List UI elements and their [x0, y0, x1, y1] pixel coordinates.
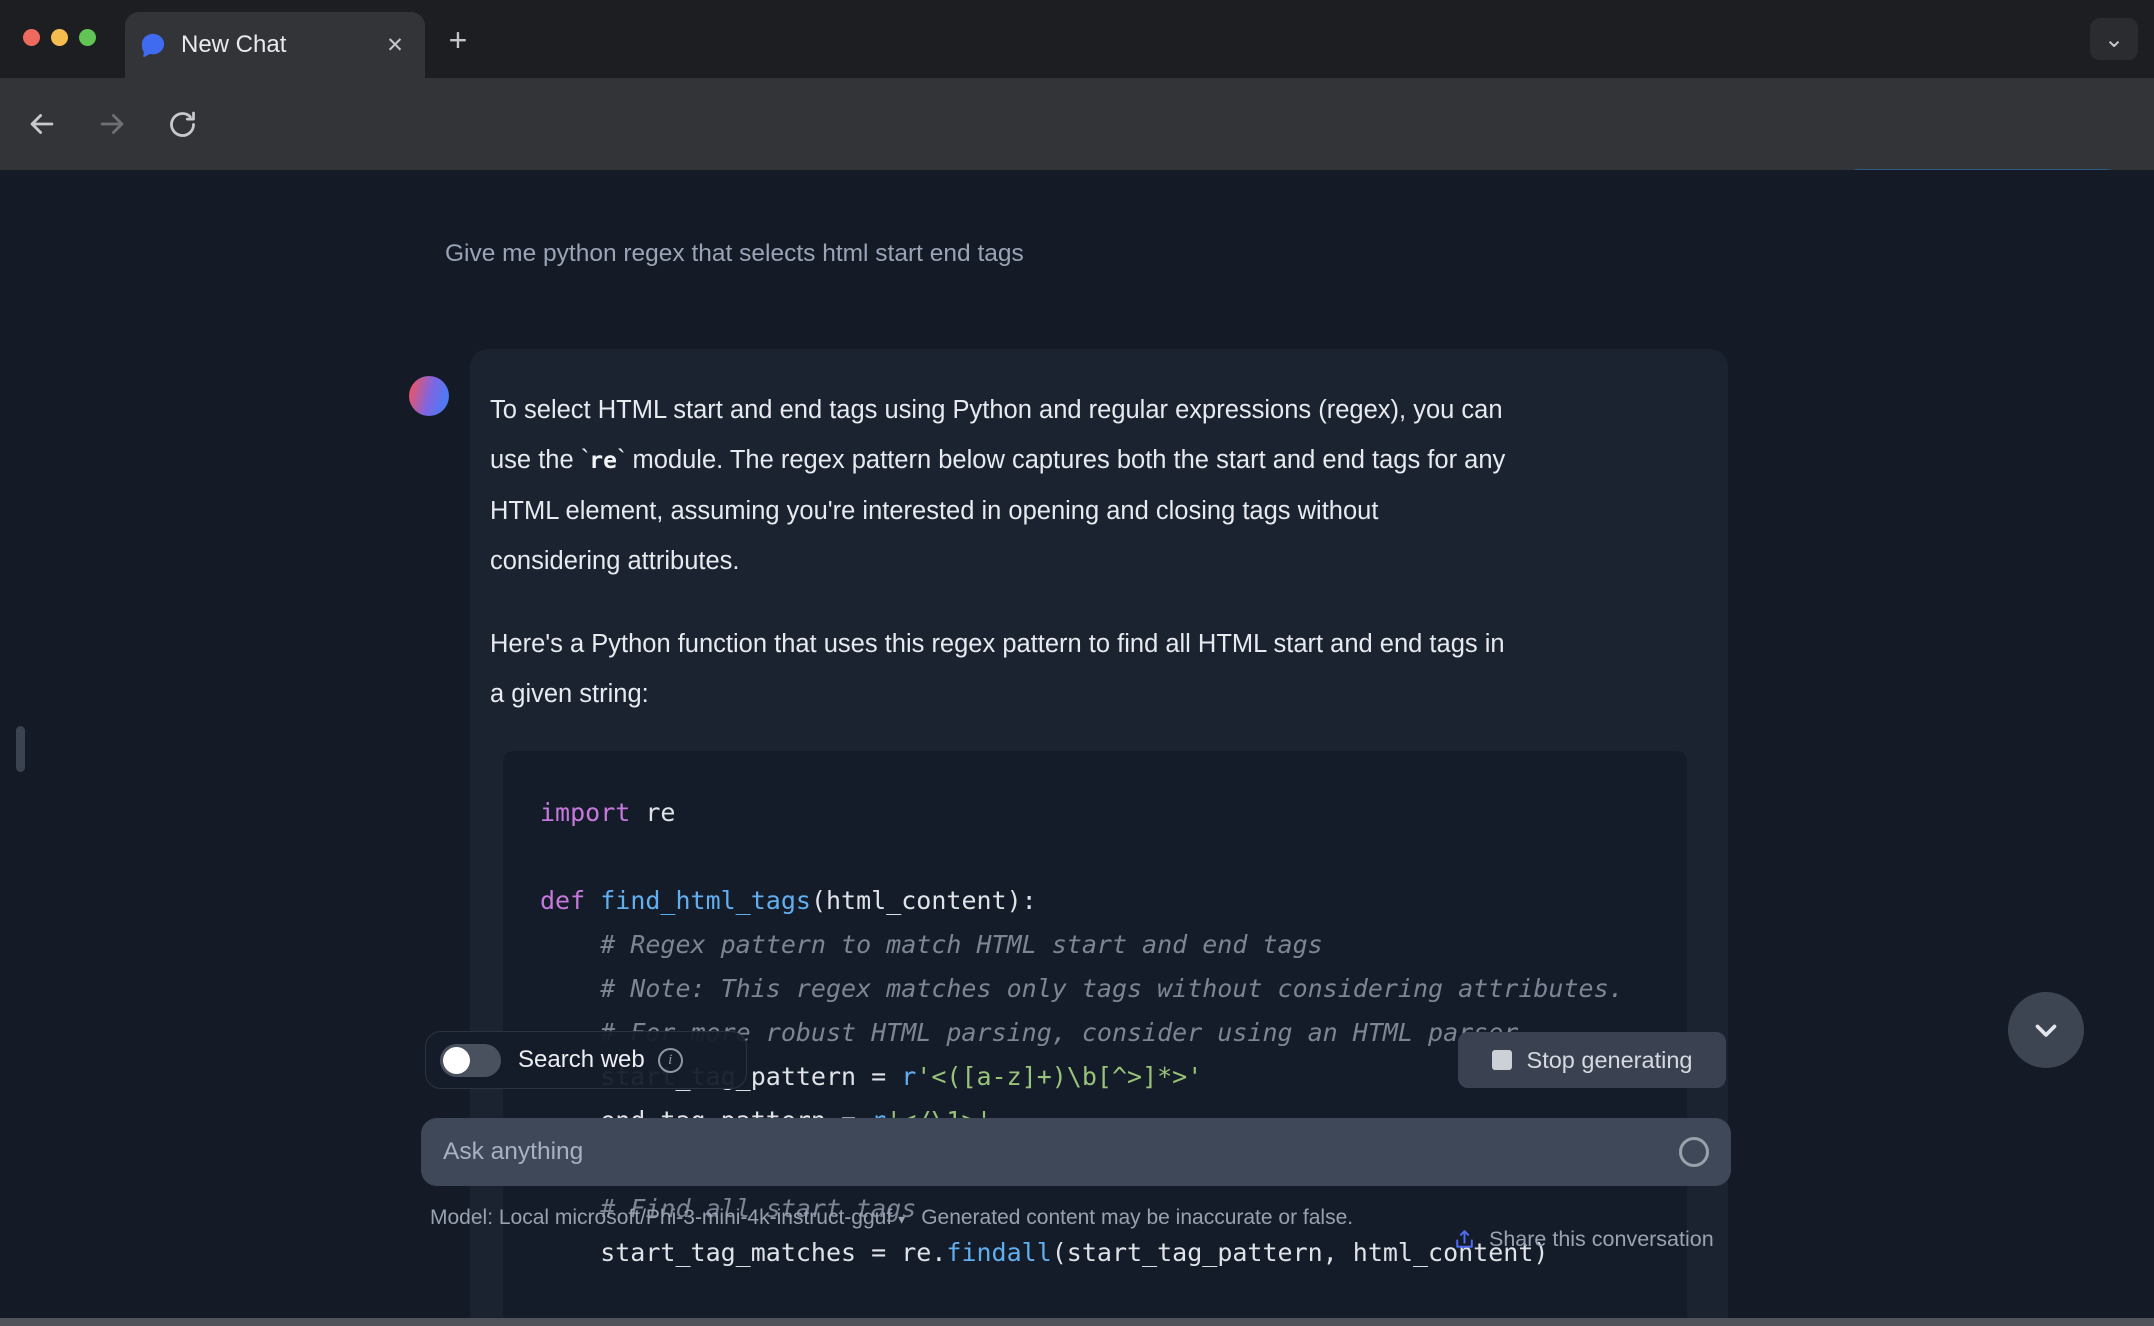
sidebar-handle[interactable] [16, 726, 25, 772]
chevron-down-icon [2035, 1024, 2057, 1037]
share-conversation-button[interactable]: Share this conversation [1452, 1227, 1714, 1252]
paragraph-line: HTML element, assuming you're interested… [490, 497, 1379, 525]
code-line: # Note: This regex matches only tags wit… [540, 974, 1624, 1003]
chat-input[interactable] [443, 1138, 1679, 1166]
new-tab-button[interactable]: + [438, 20, 478, 60]
model-label: Model: Local microsoft/Phi-3-mini-4k-ins… [430, 1206, 893, 1229]
composer-bar [421, 1118, 1731, 1186]
chat-favicon [141, 33, 165, 58]
traffic-lights [23, 29, 96, 46]
forward-button[interactable] [92, 104, 132, 144]
window-maximize-button[interactable] [79, 29, 96, 46]
reload-button[interactable] [162, 104, 202, 144]
back-button[interactable] [22, 104, 62, 144]
info-icon[interactable]: i [657, 1047, 683, 1073]
tab-strip: New Chat ✕ + ⌄ [0, 0, 2154, 78]
paragraph-line: Here's a Python function that uses this … [490, 630, 1505, 658]
paragraph-line: considering attributes. [490, 547, 740, 575]
disclaimer-text: Generated content may be inaccurate or f… [921, 1206, 1354, 1229]
browser-window: New Chat ✕ + ⌄ localhost:5173/conversati… [0, 0, 2154, 1326]
stop-generating-label: Stop generating [1526, 1046, 1693, 1073]
browser-tab[interactable]: New Chat ✕ [125, 12, 425, 78]
code-line: import re [540, 798, 676, 827]
paragraph-line: a given string: [490, 680, 649, 708]
assistant-paragraph-1: To select HTML start and end tags using … [490, 385, 1708, 586]
chat-page: Give me python regex that selects html s… [0, 170, 2154, 1326]
paragraph-line: To select HTML start and end tags using … [490, 396, 1503, 424]
search-web-label: Search web [518, 1046, 645, 1073]
search-web-panel: Search web i [425, 1031, 747, 1089]
tab-search-chevron-icon[interactable]: ⌄ [2090, 18, 2138, 60]
window-bottom-edge [0, 1318, 2154, 1326]
stop-icon [1491, 1050, 1512, 1070]
model-dropdown-caret-icon[interactable]: ▾ [898, 1211, 905, 1227]
code-line: # Regex pattern to match HTML start and … [540, 930, 1323, 959]
reload-icon [169, 111, 195, 137]
code-line: def find_html_tags(html_content): [540, 886, 1037, 915]
assistant-avatar [409, 376, 449, 416]
toggle-knob [443, 1046, 470, 1074]
search-web-toggle[interactable] [440, 1043, 501, 1077]
footer-note: Model: Local microsoft/Phi-3-mini-4k-ins… [430, 1202, 1440, 1235]
inline-code-re: re [589, 448, 617, 474]
assistant-paragraph-2: Here's a Python function that uses this … [490, 619, 1708, 719]
close-tab-icon[interactable]: ✕ [379, 29, 411, 61]
window-close-button[interactable] [23, 29, 40, 46]
scroll-to-bottom-button[interactable] [2008, 992, 2084, 1068]
user-message: Give me python regex that selects html s… [445, 240, 1024, 267]
window-minimize-button[interactable] [51, 29, 68, 46]
paragraph-line: use the `re` module. The regex pattern b… [490, 446, 1506, 474]
loading-spinner-icon [1679, 1137, 1709, 1167]
share-label: Share this conversation [1489, 1227, 1714, 1251]
back-icon [30, 114, 54, 134]
browser-toolbar: localhost:5173/conversation/665727c45da9… [0, 78, 2154, 233]
stop-generating-button[interactable]: Stop generating [1458, 1032, 1726, 1088]
tab-title: New Chat [181, 31, 287, 58]
forward-icon [100, 114, 124, 134]
share-icon [1456, 1230, 1473, 1248]
